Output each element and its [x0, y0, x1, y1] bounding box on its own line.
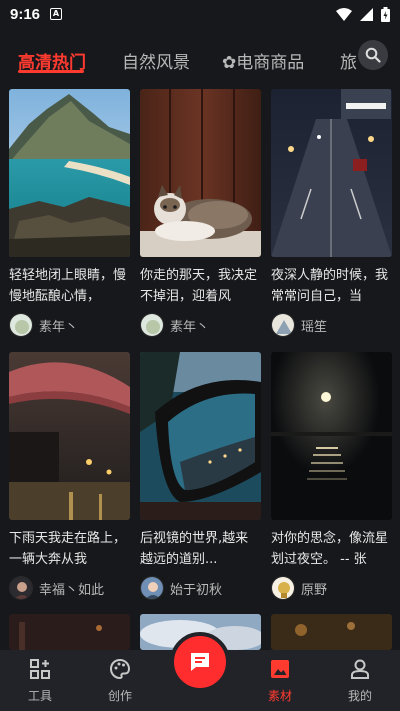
- card-image-cat[interactable]: [140, 89, 261, 257]
- category-tabs: 高清热门 自然风景 ✿电商商品 旅: [0, 40, 400, 80]
- card-author[interactable]: 原野: [271, 576, 392, 600]
- nav-mine-label: 我的: [347, 689, 372, 703]
- card-caption: 对你的思念，像流星划过夜空。 -- 张: [271, 531, 389, 567]
- signal-icon: [360, 7, 373, 21]
- nav-materials-label: 素材: [267, 689, 292, 703]
- material-card[interactable]: 下雨天我走在路上，一辆大奔从我 幸福丶如此: [9, 352, 130, 600]
- card-image-rain[interactable]: [9, 352, 130, 520]
- card-caption: 后视镜的世界,越来越远的道别...: [140, 531, 249, 567]
- avatar: [140, 576, 164, 600]
- battery-icon: [381, 6, 390, 22]
- material-card[interactable]: 后视镜的世界,越来越远的道别... 始于初秋: [140, 352, 261, 600]
- nav-tools-label: 工具: [27, 689, 52, 703]
- search-icon: [365, 47, 381, 63]
- card-author[interactable]: 瑶笙: [271, 313, 392, 337]
- avatar: [271, 576, 295, 600]
- card-caption: 下雨天我走在路上，一辆大奔从我: [9, 531, 127, 567]
- author-name: 瑶笙: [301, 319, 328, 335]
- card-image-moon[interactable]: [271, 352, 392, 520]
- author-name: 幸福丶如此: [39, 582, 105, 598]
- material-card[interactable]: 对你的思念，像流星划过夜空。 -- 张 原野: [271, 352, 392, 600]
- avatar: [271, 313, 295, 337]
- grid-plus-icon: [30, 659, 50, 679]
- card-image-highway[interactable]: [271, 89, 392, 257]
- message-icon: [191, 653, 209, 671]
- notification-icon: A: [50, 8, 63, 20]
- card-author[interactable]: 素年丶: [9, 313, 130, 337]
- author-name: 始于初秋: [170, 582, 223, 598]
- card-caption: 轻轻地闭上眼睛，慢慢地酝酿心情，: [9, 268, 127, 304]
- card-author[interactable]: 始于初秋: [140, 576, 261, 600]
- nav-create[interactable]: 创作: [90, 658, 150, 704]
- avatar: [140, 313, 164, 337]
- nav-materials[interactable]: 素材: [250, 658, 310, 704]
- card-caption: 你走的那天，我决定不掉泪，迎着风: [140, 268, 258, 304]
- author-name: 素年丶: [170, 319, 210, 335]
- card-image-partial[interactable]: [271, 614, 392, 650]
- author-name: 原野: [301, 582, 328, 598]
- nav-mine[interactable]: 我的: [330, 658, 390, 704]
- card-caption: 夜深人静的时候，我常常问自己，当: [271, 268, 389, 304]
- tab-nature[interactable]: 自然风景: [122, 48, 190, 73]
- create-post-fab[interactable]: [170, 632, 230, 692]
- tab-ecommerce[interactable]: ✿电商商品: [222, 48, 304, 73]
- material-card[interactable]: 夜深人静的时候，我常常问自己，当 瑶笙: [271, 89, 392, 337]
- wifi-icon: [336, 7, 352, 21]
- card-image-mirror[interactable]: [140, 352, 261, 520]
- image-icon: [271, 660, 289, 678]
- author-name: 素年丶: [39, 319, 79, 335]
- card-author[interactable]: 素年丶: [140, 313, 261, 337]
- status-time: 9:16: [10, 5, 41, 23]
- avatar: [9, 576, 33, 600]
- tab-travel[interactable]: 旅: [340, 48, 357, 73]
- card-image-partial[interactable]: [9, 614, 130, 650]
- palette-icon: [109, 658, 131, 680]
- nav-tools[interactable]: 工具: [10, 658, 70, 704]
- material-card[interactable]: 轻轻地闭上眼睛，慢慢地酝酿心情， 素年丶: [9, 89, 130, 337]
- card-author[interactable]: 幸福丶如此: [9, 576, 130, 600]
- person-icon: [351, 659, 369, 679]
- search-button[interactable]: [358, 40, 388, 70]
- active-tab-indicator: [18, 70, 84, 73]
- avatar: [9, 313, 33, 337]
- card-image-coast[interactable]: [9, 89, 130, 257]
- status-bar: 9:16 A: [0, 0, 400, 28]
- material-card[interactable]: 你走的那天，我决定不掉泪，迎着风 素年丶: [140, 89, 261, 337]
- nav-create-label: 创作: [107, 689, 132, 703]
